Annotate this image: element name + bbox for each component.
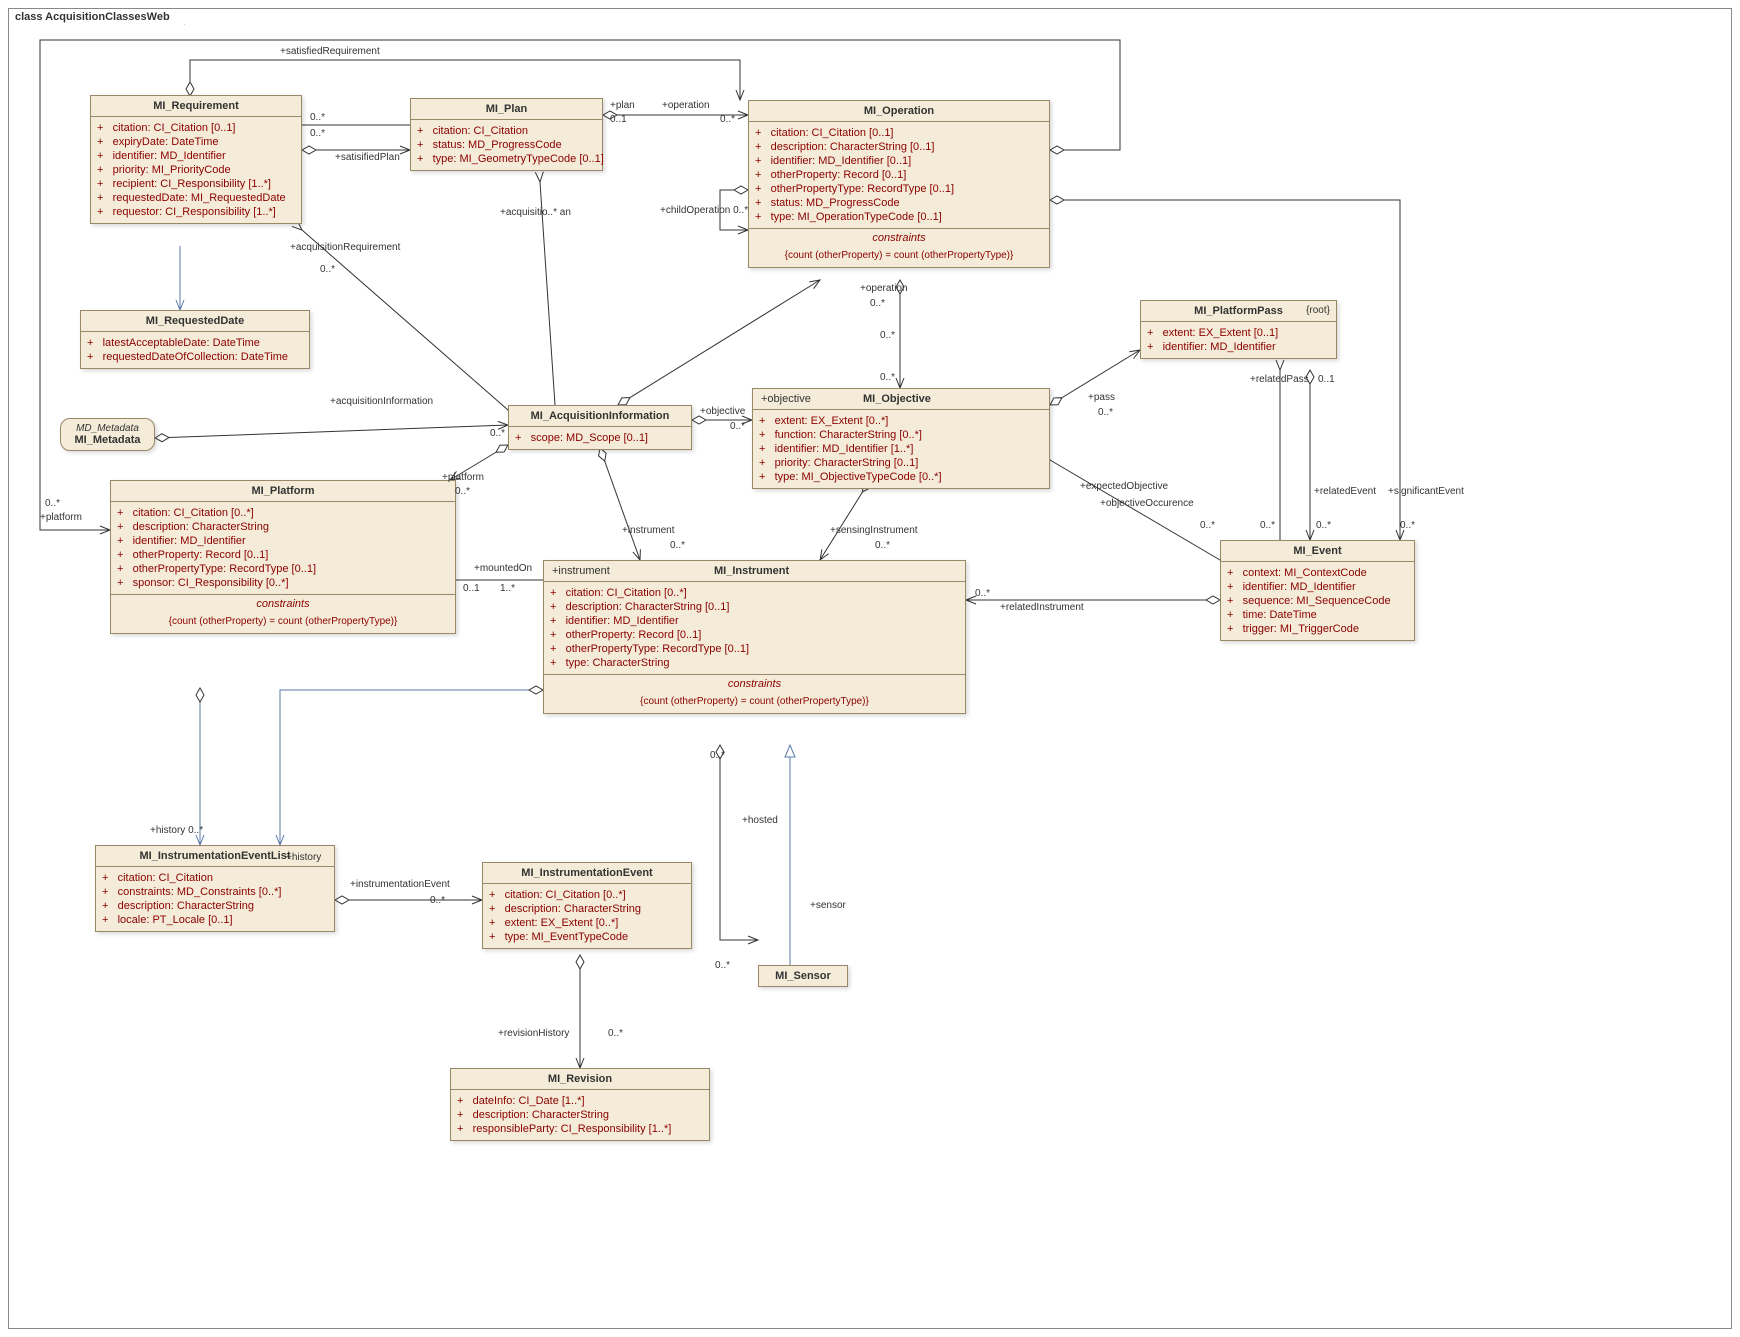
frame-title: class AcquisitionClassesWeb (8, 8, 185, 25)
label: 0..* (320, 264, 335, 275)
label: +hosted (742, 815, 778, 826)
label: +relatedInstrument (1000, 602, 1084, 613)
label: 0..* (880, 330, 895, 341)
label: +expectedObjective (1080, 481, 1168, 492)
label: +objectiveOccurence (1100, 498, 1194, 509)
label: 0..* (875, 540, 890, 551)
label: 0..* (715, 960, 730, 971)
label: 0..* (730, 421, 745, 432)
label: +acquisitionRequirement (290, 242, 400, 253)
label: 1..* (500, 583, 515, 594)
class-mi-operation: MI_Operation + citation: CI_Citation [0.… (748, 100, 1050, 268)
label: 0..* (490, 428, 505, 439)
label: +history (286, 852, 321, 863)
label: 0..* (720, 114, 735, 125)
label: +satisifiedPlan (335, 152, 400, 163)
class-mi-objective: +objective MI_Objective + extent: EX_Ext… (752, 388, 1050, 489)
class-mi-plan: MI_Plan + citation: CI_Citation + status… (410, 98, 603, 171)
label: 0..* (870, 298, 885, 309)
label: 0..* (1400, 520, 1415, 531)
label: 0..* (310, 112, 325, 123)
label: +acquisitio..* an (500, 207, 571, 218)
class-mi-instrument: +instrument MI_Instrument + citation: CI… (543, 560, 966, 714)
label: +satisfiedRequirement (280, 46, 380, 57)
label: 0..* (45, 498, 60, 509)
label: +instrument (622, 525, 675, 536)
label: 0..* (608, 1028, 623, 1039)
label: 0..* (710, 750, 725, 761)
label: 0..* (310, 128, 325, 139)
class-mi-platform: MI_Platform + citation: CI_Citation [0..… (110, 480, 456, 634)
label: +relatedPass (1250, 374, 1309, 385)
label: +acquisitionInformation (330, 396, 433, 407)
label: +significantEvent (1388, 486, 1464, 497)
label: +childOperation 0..* (660, 205, 748, 216)
label: +relatedEvent (1314, 486, 1376, 497)
class-title: MI_Requirement (91, 96, 301, 117)
label: 0..1 (1318, 374, 1335, 385)
label: +operation (662, 100, 710, 111)
label: 0..1 (463, 583, 480, 594)
class-attrs: + citation: CI_Citation [0..1] + expiryD… (91, 117, 301, 223)
class-mi-metadata: MD_Metadata MI_Metadata (60, 418, 155, 451)
label: +operation (860, 283, 908, 294)
label: +instrumentationEvent (350, 879, 450, 890)
label: +platform (442, 472, 484, 483)
class-mi-acquisitioninformation: MI_AcquisitionInformation + scope: MD_Sc… (508, 405, 692, 450)
label: 0..* (1098, 407, 1113, 418)
label: +plan (610, 100, 635, 111)
label: 0..* (430, 895, 445, 906)
class-mi-event: MI_Event + context: MI_ContextCode + ide… (1220, 540, 1415, 641)
class-mi-platformpass: MI_PlatformPass {root} + extent: EX_Exte… (1140, 300, 1337, 359)
class-mi-revision: MI_Revision + dateInfo: CI_Date [1..*] +… (450, 1068, 710, 1141)
label: 0..* (670, 540, 685, 551)
label: +platform (40, 512, 82, 523)
class-mi-instrumentationevent: MI_InstrumentationEvent + citation: CI_C… (482, 862, 692, 949)
label: 0..1 (610, 114, 627, 125)
label: 0..* (1200, 520, 1215, 531)
class-mi-requesteddate: MI_RequestedDate + latestAcceptableDate:… (80, 310, 310, 369)
label: +history 0..* (150, 825, 203, 836)
label: +pass (1088, 392, 1115, 403)
class-mi-requirement: MI_Requirement + citation: CI_Citation [… (90, 95, 302, 224)
label: 0..* (1260, 520, 1275, 531)
label: +objective (700, 406, 745, 417)
label: 0..* (455, 486, 470, 497)
label: +sensor (810, 900, 846, 911)
label: 0..* (1316, 520, 1331, 531)
label: +sensingInstrument (830, 525, 918, 536)
label: +revisionHistory (498, 1028, 569, 1039)
label: 0..* (975, 588, 990, 599)
label: +mountedOn (474, 563, 532, 574)
label: 0..* (880, 372, 895, 383)
class-mi-sensor: MI_Sensor (758, 965, 848, 987)
